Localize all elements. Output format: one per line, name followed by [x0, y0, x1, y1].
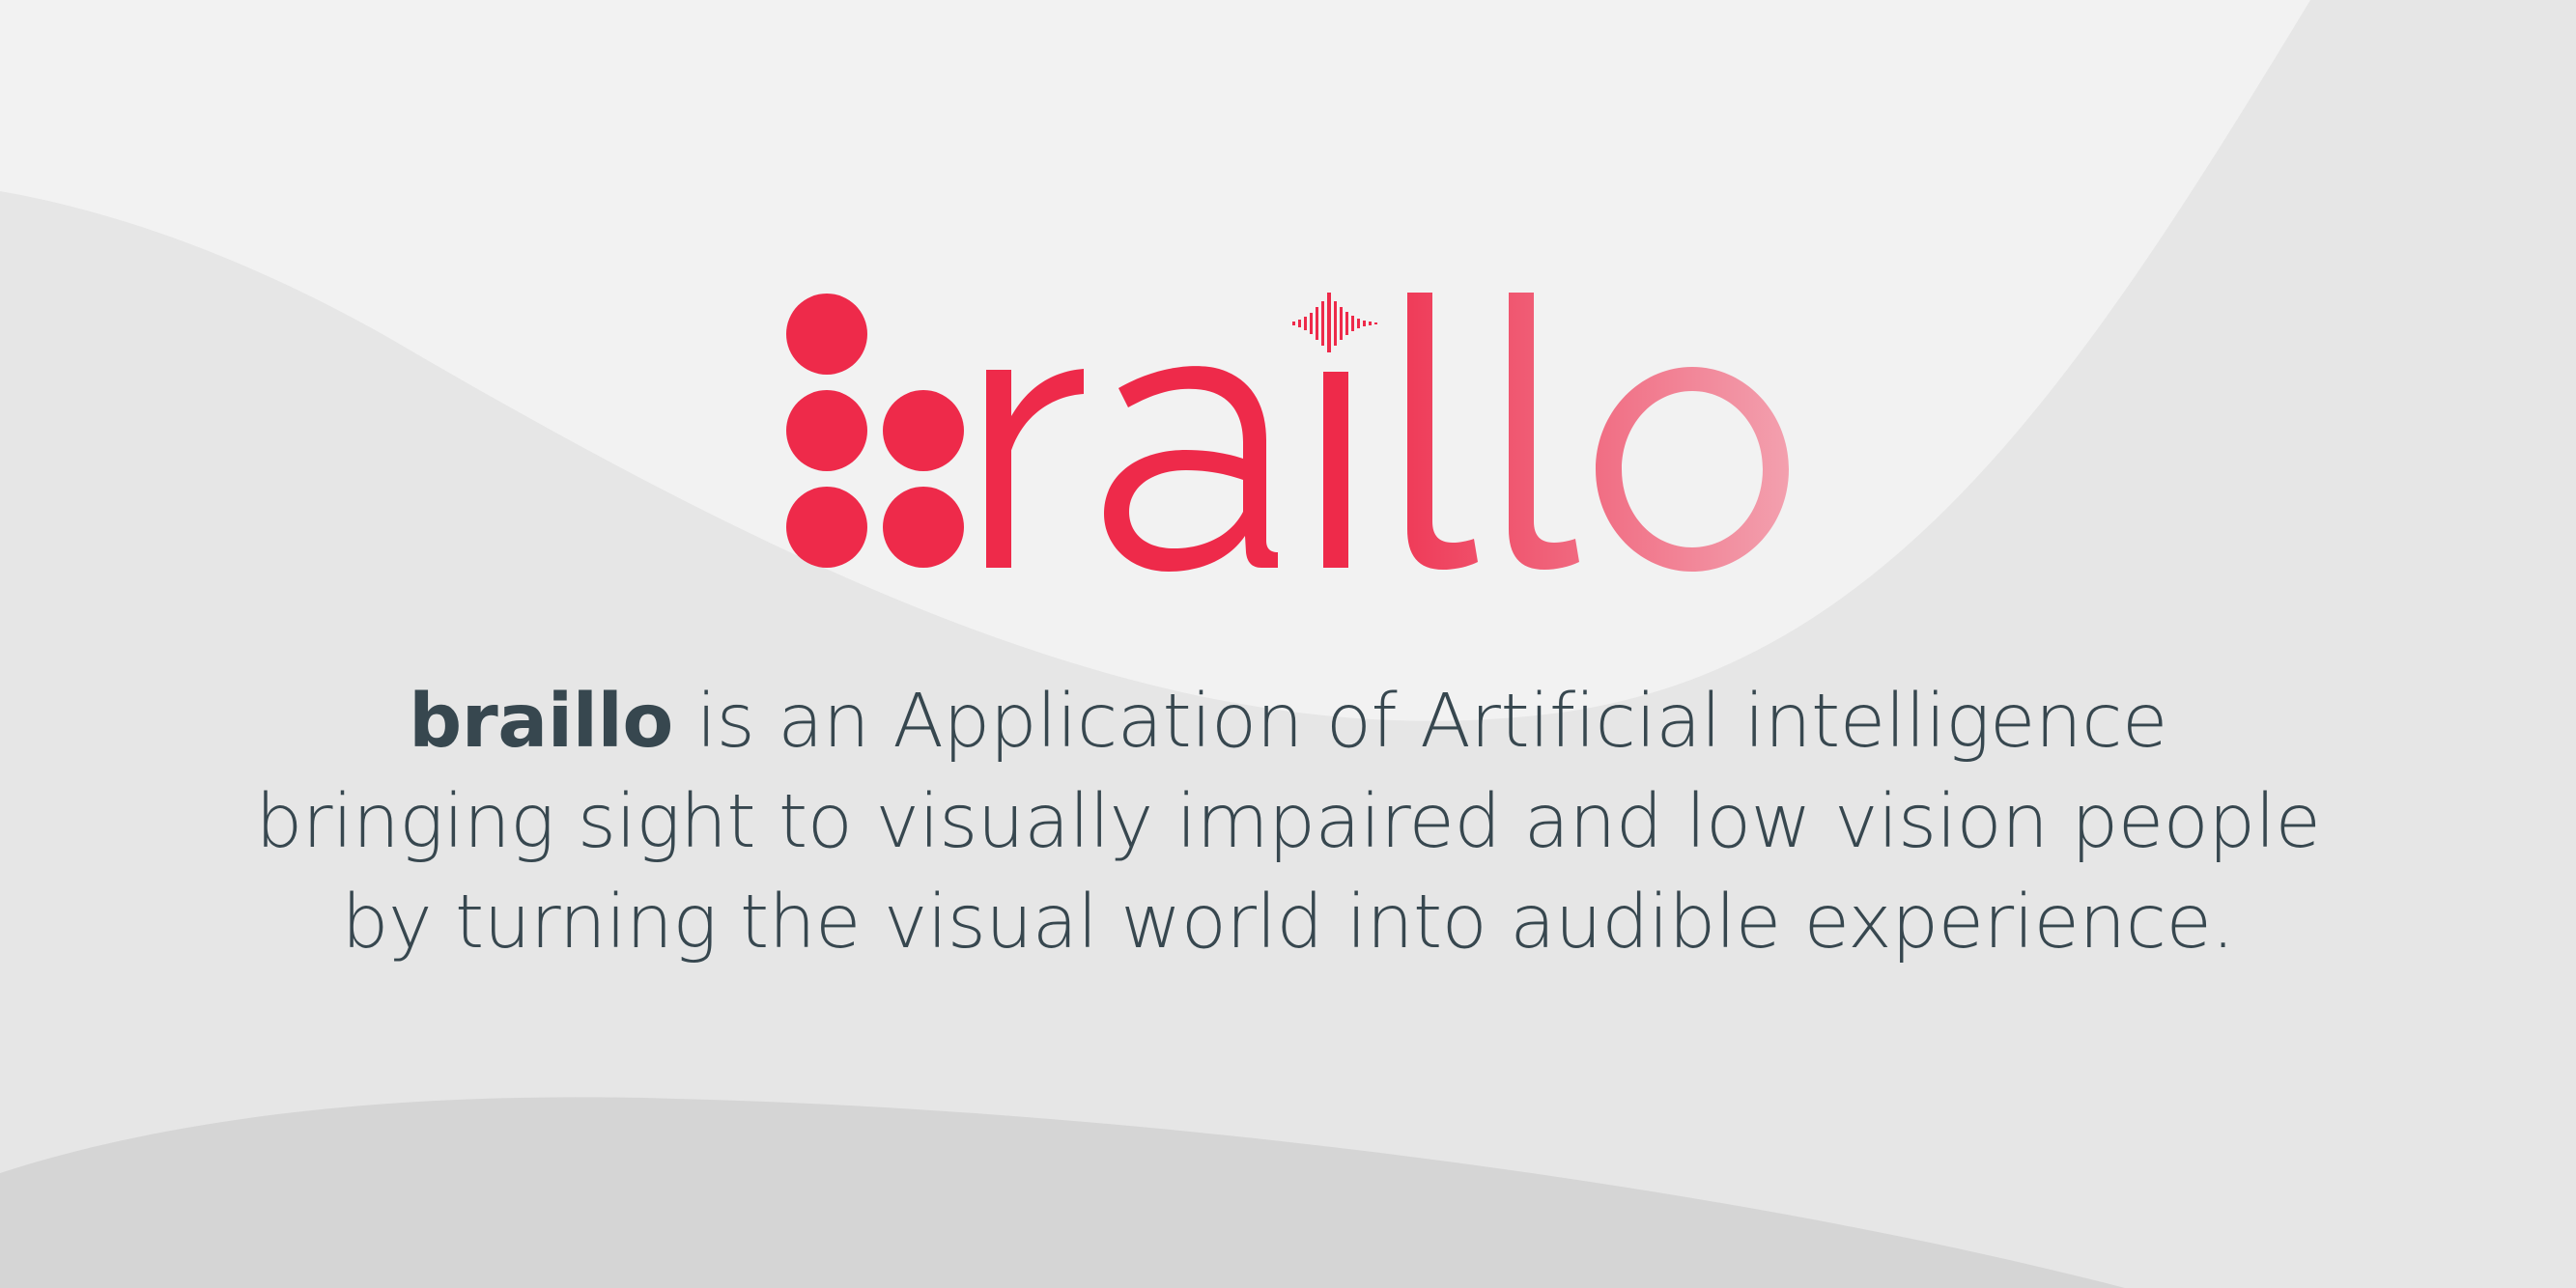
tagline-line-1: braillo is an Application of Artificial … — [0, 672, 2576, 772]
tagline: braillo is an Application of Artificial … — [0, 672, 2576, 973]
tagline-brand-word: braillo — [409, 679, 673, 765]
sound-wave-icon — [1292, 293, 1377, 352]
braillo-logo — [786, 293, 1789, 572]
wordmark — [986, 293, 1789, 572]
tagline-line-2: bringing sight to visually impaired and … — [255, 779, 2321, 865]
braille-dots-icon — [786, 294, 964, 568]
tagline-line-3: by turning the visual world into audible… — [341, 880, 2235, 966]
background-waves — [0, 0, 2576, 1288]
tagline-line-1-text: is an Application of Artificial intellig… — [672, 679, 2168, 765]
